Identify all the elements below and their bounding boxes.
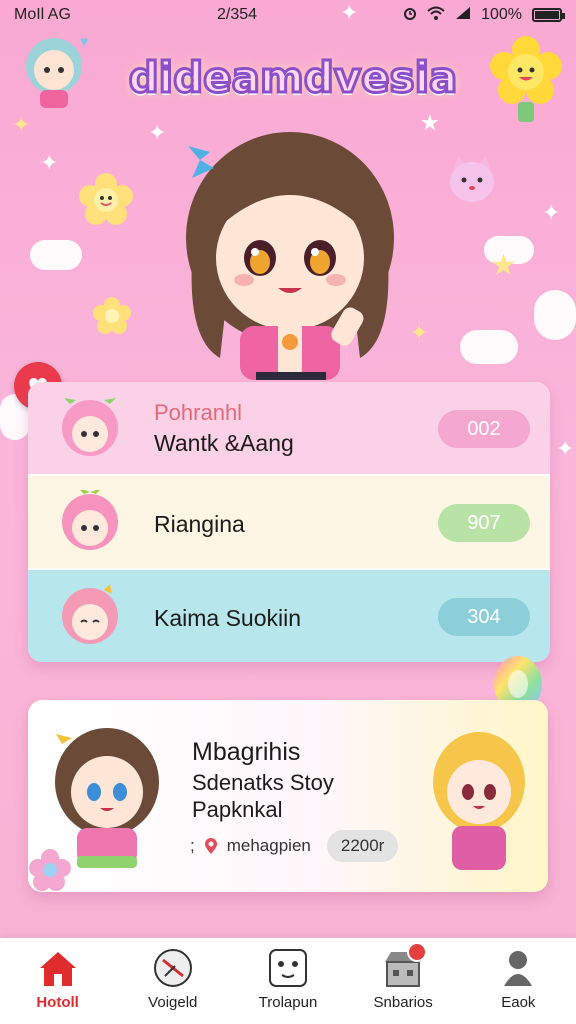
battery-percent: 100% [481,6,522,23]
cloud-decoration [534,290,576,340]
avatar [62,490,118,550]
story-meta-text: mehagpien [226,836,311,855]
item-title: Kaima Suokiin [154,604,302,631]
bottom-tab-bar: Hotoll Voigeld Trolapun Snbarios Eaok [0,938,576,1024]
dice-face-icon [266,948,310,988]
shop-icon [381,942,428,988]
story-subtitle: Sdenatks Stoy [192,770,334,795]
home-icon [36,948,80,988]
avatar [62,584,118,644]
flower-face-icon [79,173,133,225]
star-icon: ✦ [556,436,575,461]
pink-cat-mascot-icon [450,156,494,202]
score-badge: 002 [438,410,530,448]
star-icon: ✦ [410,320,429,345]
battery-icon [532,8,565,22]
featured-story-card[interactable]: Mbagrihis Sdenatks Stoy Papknkal ; mehag… [28,700,548,892]
score-badge: 907 [438,504,530,542]
item-title: Riangina [154,510,245,537]
list-item[interactable]: Kaima Suokiin 304 [28,570,550,662]
score-value: 304 [467,605,501,628]
meta-bullet: ; [190,836,195,855]
wifi-icon [427,6,445,25]
clock-label: 2/354 [216,6,258,23]
tab-label: Eaok [501,994,536,1011]
profile-icon [496,948,540,988]
flower-icon [29,849,71,891]
location-pin-icon [204,838,217,854]
item-subtitle: Pohranhl [154,399,243,425]
score-value: 002 [467,417,501,440]
score-value: 907 [467,511,501,534]
tab-snbarios[interactable]: Snbarios [348,938,458,1024]
status-bar: MoIl AG 2/354 100% [0,0,576,30]
star-icon: ✦ [12,112,31,137]
hero-character-illustration [186,132,394,380]
tab-label: Snbarios [373,994,433,1011]
tab-voigeld[interactable]: Voigeld [118,938,228,1024]
star-icon: ✦ [340,0,359,25]
story-count-badge: 2200r [326,830,399,862]
compass-icon [151,948,195,988]
star-icon: ✦ [148,120,167,145]
story-author: Papknkal [192,797,283,822]
list-item[interactable]: Riangina 907 [28,476,550,568]
story-character-right-illustration [433,732,525,870]
signal-icon [455,6,471,25]
avatar [62,398,118,456]
list-item[interactable]: Pohranhl Wantk &Aang 002 [28,382,550,474]
app-title: dideamdvesia [127,52,459,104]
chibi-girl-teal-hair-icon: ♥ [26,33,88,108]
tab-home[interactable]: Hotoll [3,938,113,1024]
status-icons: 100% [403,6,565,25]
yellow-flower-mascot-icon [490,36,562,122]
tab-label: Voigeld [148,994,198,1011]
cloud-decoration [460,330,518,364]
star-icon: ★ [490,249,517,282]
story-meta: ; mehagpien 2200r [190,830,399,862]
star-icon: ★ [420,110,440,135]
cloud-decoration [30,240,82,270]
flower-icon [93,297,131,334]
tab-trolapun[interactable]: Trolapun [233,938,343,1024]
alarm-icon [403,6,417,25]
carrier-label: MoIl AG [14,6,71,23]
tab-label: Hotoll [36,994,79,1011]
character-list: Pohranhl Wantk &Aang 002 Riangina 907 Ka… [28,382,550,662]
tab-label: Trolapun [258,994,318,1011]
svg-text:♥: ♥ [80,33,88,49]
star-icon: ✦ [542,200,561,225]
item-title: Wantk &Aang [154,429,294,456]
story-title: Mbagrihis [192,738,301,766]
tab-eaok[interactable]: Eaok [463,938,573,1024]
score-badge: 304 [438,598,530,636]
star-icon: ✦ [40,150,59,175]
